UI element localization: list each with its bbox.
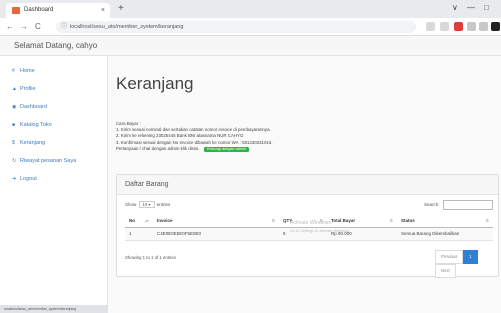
page-title: Keranjang [116,74,194,93]
sidebar-item-dashboard[interactable]: ◉ Dashboard [12,103,47,111]
sort-icon: ⇅ [485,218,489,223]
chat-text: Pertanyaan / chat dengan admin klik disi… [116,145,200,151]
pagination-page-1[interactable]: 1 [463,250,478,264]
sort-icon: ⇅ [271,218,275,223]
browser-toolbar: ← → C ⓘ localhost/sesu_ato/member_system… [0,18,501,36]
home-icon: # [12,68,15,74]
show-label: Show [125,202,137,207]
reload-button[interactable]: C [35,21,41,33]
dollar-icon: $ [12,140,15,146]
star-icon[interactable] [440,22,449,31]
sidebar-item-keranjang[interactable]: $ Keranjang [12,139,45,147]
entries-length: Show 10 ▾ entries [125,201,170,209]
info-icon: ⓘ [61,24,68,30]
payment-instructions: Cara Bayar : 1. Kirim sesuai nominal dan… [116,121,273,153]
sidebar-item-label: Logout [20,176,37,182]
column-header-no[interactable]: No ▴▾ [125,215,153,228]
maximize-button[interactable]: □ [484,2,489,14]
catalog-icon: ■ [12,122,16,128]
dashboard-icon: ◉ [12,104,17,110]
panel-title: Daftar Barang [117,175,498,195]
column-header-invoice[interactable]: Invoice ⇅ [153,215,279,228]
chevron-down-icon[interactable]: ∨ [452,2,458,14]
browser-tabbar: Dashboard × + ∨ — □ [0,0,501,18]
cell-status: Semua Barang Dikembalikan [397,227,493,241]
cell-invoice-link[interactable]: C4E0E0E5E0F5E0E0 [153,227,279,241]
tab-title: Dashboard [24,7,54,13]
sidebar-item-label: Riwayat pesanan Saya [20,158,77,164]
sidebar-item-label: Keranjang [20,140,46,146]
pagination-next[interactable]: Next [435,264,456,278]
address-bar[interactable]: ⓘ localhost/sesu_ato/member_system/keran… [56,21,416,33]
user-icon: ▲ [12,86,17,92]
whatsapp-admin-button[interactable]: Hubungi dengan admin [203,146,249,153]
greeting-text: Selamat Datang, cahyo [14,41,98,50]
history-icon: ↻ [12,158,17,164]
logout-icon: ➜ [12,176,17,182]
url-text: localhost/sesu_ato/member_system/keranja… [70,24,184,30]
sidebar-item-label: Katalog Toko [20,122,52,128]
minimize-button[interactable]: — [467,2,475,14]
sidebar-item-logout[interactable]: ➜ Logout [12,175,37,183]
cell-no: 1 [125,227,153,241]
puzzle-icon[interactable] [467,22,476,31]
sort-icon: ⇅ [389,218,393,223]
main-content: Keranjang Cara Bayar : 1. Kirim sesuai n… [108,56,501,313]
entries-select-value: 10 [142,202,148,208]
instruction-step-chat: Pertanyaan / chat dengan admin klik disi… [116,146,273,153]
favicon-icon [12,7,20,14]
tab-close-icon[interactable]: × [101,3,105,18]
pagination: Previous 1 Next [435,250,498,278]
pagination-previous[interactable]: Previous [435,250,464,264]
extension-icon[interactable] [454,22,463,31]
watermark-title: Activate Windows [290,220,331,226]
sidebar-item-profile[interactable]: ▲ Profile [12,85,36,93]
sidebar-item-label: Profile [20,86,36,92]
back-button[interactable]: ← [6,21,14,33]
new-tab-button[interactable]: + [118,3,124,15]
forward-button[interactable]: → [20,21,28,33]
table-info: Showing 1 to 1 of 1 entries [125,255,176,260]
sidebar-item-home[interactable]: # Home [12,67,35,75]
profile-icon[interactable] [491,22,500,31]
entries-select[interactable]: 10 ▾ [138,201,155,209]
share-icon[interactable] [426,22,435,31]
entries-label: entries [156,202,171,207]
browser-tab[interactable]: Dashboard × [6,3,110,18]
sidebar-item-label: Home [20,68,35,74]
activate-windows-watermark: Activate Windows Go to Settings to activ… [290,219,350,235]
sidepanel-icon[interactable] [479,22,488,31]
column-header-status[interactable]: Status ⇅ [397,215,493,228]
sidebar-item-katalog[interactable]: ■ Katalog Toko [12,121,52,129]
search-label: Search: [424,202,440,207]
sort-icon: ▴▾ [144,218,149,223]
sidebar-item-riwayat[interactable]: ↻ Riwayat pesanan Saya [12,157,76,165]
sidebar: # Home ▲ Profile ◉ Dashboard ■ Katalog Toko … [0,56,108,313]
status-url: localhost/sesu_ato/member_system/keranja… [0,305,108,313]
sidebar-item-label: Dashboard [20,104,47,110]
search-input[interactable] [443,200,493,210]
app-header: Selamat Datang, cahyo [0,36,501,56]
watermark-subtitle: Go to Settings to activate Windows. [290,229,350,233]
